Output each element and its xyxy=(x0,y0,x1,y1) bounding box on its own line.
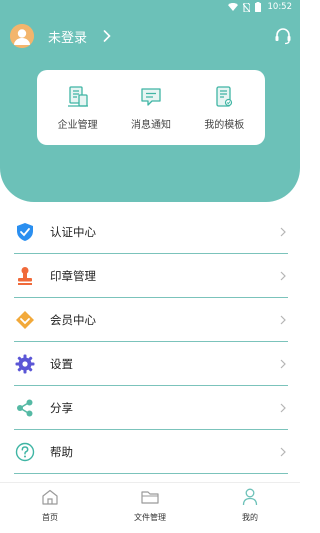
login-status[interactable]: 未登录 xyxy=(48,27,87,46)
share-icon xyxy=(14,397,36,419)
customer-service-icon[interactable] xyxy=(274,27,292,45)
gear-icon xyxy=(14,353,36,375)
wifi-icon xyxy=(227,3,238,11)
quick-label: 企业管理 xyxy=(57,120,98,131)
menu-label: 印章管理 xyxy=(50,268,96,283)
nav-my-profile[interactable]: 我的 xyxy=(220,483,280,533)
menu-label: 认证中心 xyxy=(50,224,96,239)
stamp-icon xyxy=(14,265,36,287)
menu-item-seal-management[interactable]: 印章管理 xyxy=(14,254,288,298)
menu-label: 分享 xyxy=(50,400,73,415)
no-sim-icon xyxy=(242,2,250,12)
chevron-right-icon xyxy=(280,359,286,369)
quick-my-templates[interactable]: 我的模板 xyxy=(189,84,259,131)
home-icon xyxy=(41,488,59,506)
profile-icon xyxy=(242,488,258,506)
menu-item-share[interactable]: 分享 xyxy=(14,386,288,430)
nav-file-management[interactable]: 文件管理 xyxy=(120,483,180,533)
chevron-right-icon xyxy=(280,315,286,325)
shield-check-icon xyxy=(14,221,36,243)
bottom-navigation: 首页 文件管理 我的 xyxy=(0,482,300,533)
menu-label: 帮助 xyxy=(50,444,73,459)
nav-label: 首页 xyxy=(42,513,58,522)
menu-label: 设置 xyxy=(50,356,73,371)
user-row[interactable]: 未登录 xyxy=(10,24,292,48)
nav-label: 文件管理 xyxy=(134,513,166,522)
avatar[interactable] xyxy=(10,24,34,48)
battery-icon xyxy=(254,2,261,12)
user-avatar-icon xyxy=(10,24,34,48)
chevron-right-icon[interactable] xyxy=(103,30,111,42)
quick-label: 我的模板 xyxy=(204,120,245,131)
member-icon xyxy=(14,309,36,331)
template-icon xyxy=(212,84,236,110)
menu-item-help[interactable]: 帮助 xyxy=(14,430,288,474)
folder-icon xyxy=(141,488,159,506)
message-icon xyxy=(139,84,163,110)
help-icon xyxy=(14,441,36,463)
chevron-right-icon xyxy=(280,447,286,457)
nav-home[interactable]: 首页 xyxy=(20,483,80,533)
menu-label: 会员中心 xyxy=(50,312,96,327)
menu-item-member-center[interactable]: 会员中心 xyxy=(14,298,288,342)
quick-label: 消息通知 xyxy=(130,120,171,131)
chevron-right-icon xyxy=(280,403,286,413)
quick-enterprise-management[interactable]: 企业管理 xyxy=(43,84,113,131)
status-time: 10:52 xyxy=(267,2,293,12)
quick-actions-card: 企业管理 消息通知 我的模板 xyxy=(37,70,265,145)
enterprise-icon xyxy=(66,84,90,110)
chevron-right-icon xyxy=(280,227,286,237)
menu-list: 认证中心 印章管理 会员中心 设置 分享 帮助 xyxy=(14,210,288,474)
chevron-right-icon xyxy=(280,271,286,281)
menu-item-settings[interactable]: 设置 xyxy=(14,342,288,386)
menu-item-certification-center[interactable]: 认证中心 xyxy=(14,210,288,254)
status-bar: 10:52 xyxy=(0,0,300,14)
quick-message-notification[interactable]: 消息通知 xyxy=(116,84,186,131)
nav-label: 我的 xyxy=(242,513,258,522)
